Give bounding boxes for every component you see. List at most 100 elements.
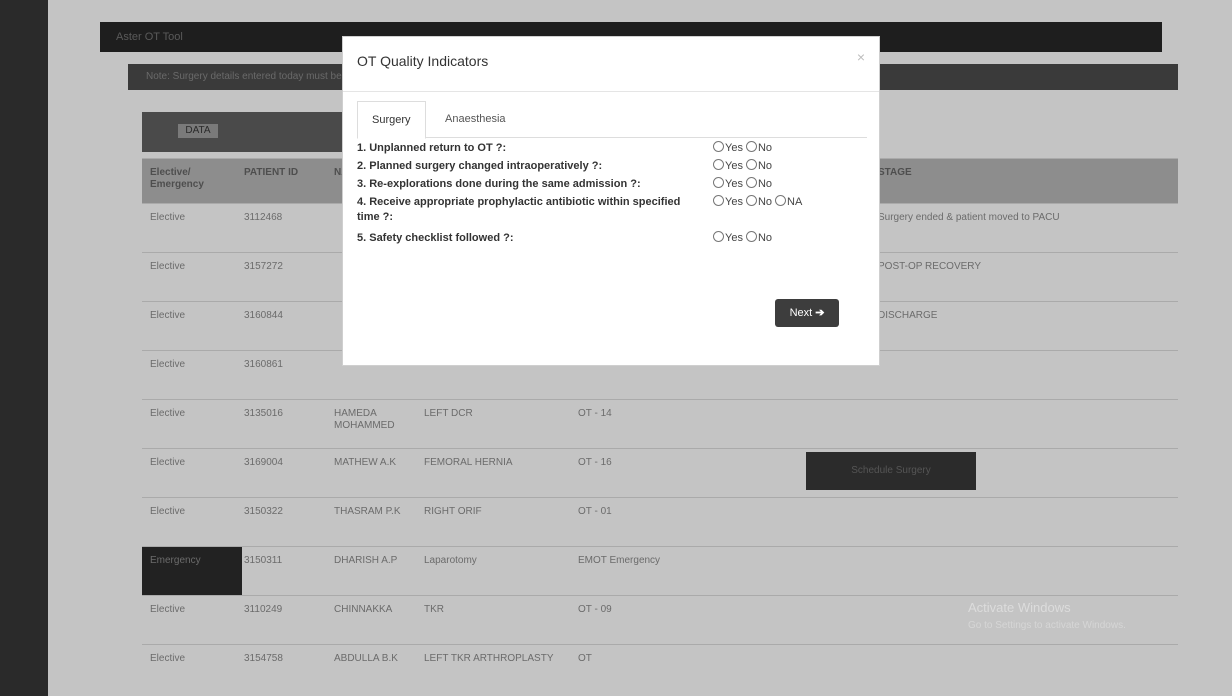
next-button[interactable]: Next ➔ xyxy=(775,299,839,327)
option-label: No xyxy=(757,232,773,244)
table-cell: 3160844 xyxy=(244,310,283,321)
table-cell: HAMEDA MOHAMMED xyxy=(334,408,395,431)
table-cell: EMOT Emergency xyxy=(578,555,661,566)
radio-button[interactable] xyxy=(745,141,757,152)
table-cell: TKR xyxy=(424,604,444,615)
radio-button[interactable] xyxy=(745,159,757,170)
table-header-cell: Elective/ Emergency xyxy=(150,167,204,190)
arrow-right-icon: ➔ xyxy=(815,307,825,319)
radio-button[interactable] xyxy=(745,177,757,188)
ot-quality-modal: OT Quality Indicators × Surgery Anaesthe… xyxy=(342,36,880,366)
modal-header: OT Quality Indicators × xyxy=(343,37,879,92)
table-cell: Elective xyxy=(150,261,186,272)
answer-options: Yes No xyxy=(713,231,775,246)
table-cell: 3169004 xyxy=(244,457,283,468)
option-yes[interactable]: Yes xyxy=(713,159,743,172)
option-label: No xyxy=(757,142,773,154)
table-cell: 3160861 xyxy=(244,359,283,370)
next-label: Next xyxy=(789,307,813,319)
radio-button[interactable] xyxy=(713,231,724,242)
question-text: 5. Safety checklist followed ?: xyxy=(357,232,514,244)
table-cell: Elective xyxy=(150,653,186,664)
option-no[interactable]: No xyxy=(745,231,773,244)
option-yes[interactable]: Yes xyxy=(713,141,743,154)
table-row: Elective 3169004 MATHEW A.K FEMORAL HERNIA O… xyxy=(142,448,1178,497)
table-cell: 3110249 xyxy=(244,604,283,615)
table-cell: FEMORAL HERNIA xyxy=(424,457,513,468)
table-row: Elective 3150322 THASRAM P.K RIGHT ORIF OT -… xyxy=(142,497,1178,546)
table-cell: 3112468 xyxy=(244,212,283,223)
option-label: Yes xyxy=(725,232,743,244)
table-cell: Elective xyxy=(150,457,186,468)
option-label: Yes xyxy=(725,142,743,154)
activation-watermark-title: Activate Windows xyxy=(968,600,1071,615)
option-yes[interactable]: Yes xyxy=(713,231,743,244)
option-label: No xyxy=(757,178,773,190)
table-cell: 3150322 xyxy=(244,506,283,517)
table-cell: Elective xyxy=(150,310,186,321)
answer-options: Yes No xyxy=(713,141,775,156)
option-label: Yes xyxy=(725,160,743,172)
table-cell: OT - 16 xyxy=(578,457,612,468)
table-cell: CHINNAKKA xyxy=(334,604,393,615)
answer-options: Yes No xyxy=(713,177,775,192)
background-tab-pill: DATA xyxy=(178,124,218,138)
answer-options: Yes No xyxy=(713,159,775,174)
radio-button[interactable] xyxy=(713,141,724,152)
option-yes[interactable]: Yes xyxy=(713,195,743,208)
table-cell: Surgery ended & patient moved to PACU xyxy=(878,212,1060,223)
option-no[interactable]: No xyxy=(745,195,772,208)
table-row: Elective 3135016 HAMEDA MOHAMMED LEFT DCR OT… xyxy=(142,399,1178,448)
question-text: 1. Unplanned return to OT ?: xyxy=(357,142,507,154)
option-no[interactable]: No xyxy=(745,159,773,172)
tab-anaesthesia[interactable]: Anaesthesia xyxy=(431,101,520,136)
table-cell: Emergency xyxy=(150,555,201,566)
table-cell: MATHEW A.K xyxy=(334,457,397,468)
option-label: No xyxy=(757,160,773,172)
radio-button[interactable] xyxy=(713,195,724,206)
table-cell: 3150311 xyxy=(244,555,283,566)
table-cell: ABDULLA B.K xyxy=(334,653,398,664)
table-row: Emergency 3150311 DHARISH A.P Laparotomy EMO… xyxy=(142,546,1178,595)
table-cell: DHARISH A.P xyxy=(334,555,398,566)
table-cell: Elective xyxy=(150,408,186,419)
radio-button[interactable] xyxy=(713,159,724,170)
table-cell: Elective xyxy=(150,359,186,370)
radio-button[interactable] xyxy=(713,177,724,188)
background-tab-strip: DATA xyxy=(142,112,362,152)
answer-options: Yes No NA xyxy=(713,195,805,210)
option-yes[interactable]: Yes xyxy=(713,177,743,190)
table-cell: OT - 09 xyxy=(578,604,612,615)
table-cell: 3157272 xyxy=(244,261,283,272)
close-icon[interactable]: × xyxy=(857,49,865,65)
radio-button[interactable] xyxy=(745,195,757,206)
table-cell: OT - 01 xyxy=(578,506,612,517)
radio-button[interactable] xyxy=(775,195,787,206)
table-cell: POST-OP RECOVERY xyxy=(878,261,981,272)
modal-tabs: Surgery Anaesthesia xyxy=(357,101,867,139)
modal-title: OT Quality Indicators xyxy=(357,53,489,69)
table-row: Elective 3154758 ABDULLA B.K LEFT TKR ARTHR… xyxy=(142,644,1178,693)
table-cell: LEFT DCR xyxy=(424,408,473,419)
table-cell: Elective xyxy=(150,506,186,517)
option-label: Yes xyxy=(725,196,743,208)
table-cell: Elective xyxy=(150,212,186,223)
table-header-cell: PATIENT ID xyxy=(244,167,299,178)
table-cell: Laparotomy xyxy=(424,555,477,566)
activation-watermark-subtitle: Go to Settings to activate Windows. xyxy=(968,620,1126,631)
tab-surgery[interactable]: Surgery xyxy=(357,101,426,139)
table-cell: 3135016 xyxy=(244,408,283,419)
question-text: 4. Receive appropriate prophylactic anti… xyxy=(357,196,681,223)
table-cell: OT - 14 xyxy=(578,408,612,419)
table-cell: 3154758 xyxy=(244,653,283,664)
option-label: Yes xyxy=(725,178,743,190)
table-cell: RIGHT ORIF xyxy=(424,506,482,517)
left-rail xyxy=(0,0,48,696)
option-label: NA xyxy=(787,196,803,208)
option-no[interactable]: No xyxy=(745,141,773,154)
table-cell: LEFT TKR ARTHROPLASTY xyxy=(424,653,554,664)
option-no[interactable]: No xyxy=(745,177,773,190)
option-na[interactable]: NA xyxy=(775,195,803,208)
radio-button[interactable] xyxy=(745,231,757,242)
schedule-surgery-button: Schedule Surgery xyxy=(806,452,976,490)
